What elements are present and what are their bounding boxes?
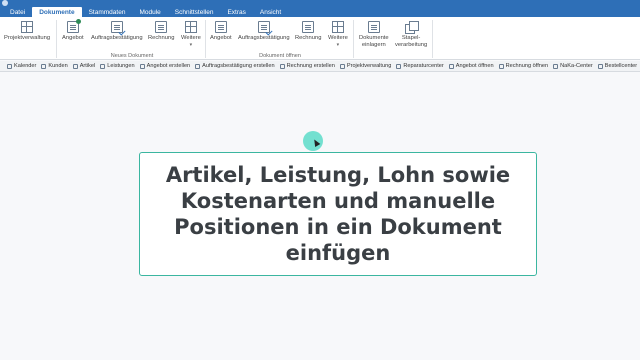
oeffnen-rechnung-button[interactable]: Rechnung — [295, 21, 321, 42]
tab-schnittstellen[interactable]: Schnittstellen — [168, 7, 221, 17]
neu-auftragsbestaetigung-button[interactable]: Auftragsbestätigung — [91, 21, 143, 42]
tab-ansicht[interactable]: Ansicht — [253, 7, 288, 17]
archive-icon — [367, 21, 380, 33]
quick-label: Artikel — [79, 63, 96, 69]
group-separator — [56, 20, 57, 58]
title-bar — [0, 0, 640, 7]
tab-datei[interactable]: Datei — [3, 7, 32, 17]
new-offer-icon — [66, 19, 81, 33]
quick-label: Rechnung erstellen — [286, 63, 335, 69]
callout-text: Artikel, Leistung, Lohn sowie Kostenarte… — [165, 163, 511, 265]
quick-angebot-erstellen[interactable]: Angebot erstellen — [139, 63, 191, 69]
projektverwaltung-button[interactable]: Projektverwaltung — [4, 21, 50, 42]
group-label-neues-dokument: Neues Dokument — [110, 53, 154, 59]
stapelverarbeitung-button[interactable]: Stapel- verarbeitung — [395, 21, 427, 48]
order-confirmation-icon — [195, 63, 201, 69]
invoice-icon — [279, 63, 285, 69]
quick-label: Bestellcenter — [604, 63, 638, 69]
quick-label: Kalender — [14, 63, 37, 69]
quick-kunden[interactable]: Kunden — [41, 63, 68, 69]
quick-projektverwaltung[interactable]: Projektverwaltung — [339, 63, 392, 69]
oeffnen-auftragsbestaetigung-button[interactable]: Auftragsbestätigung — [238, 21, 290, 42]
neu-angebot-label: Angebot — [62, 35, 84, 41]
quick-naka-center[interactable]: NaKa-Center — [553, 63, 593, 69]
tutorial-callout: Artikel, Leistung, Lohn sowie Kostenarte… — [139, 152, 537, 276]
more-documents-icon — [184, 21, 197, 33]
quick-label: NaKa-Center — [560, 63, 593, 69]
article-icon — [72, 63, 78, 69]
quick-rechnung-oeffnen[interactable]: Rechnung öffnen — [498, 63, 549, 69]
open-offer-icon — [448, 63, 454, 69]
app-icon — [2, 0, 8, 6]
quick-label: Projektverwaltung — [346, 63, 392, 69]
quick-leistungen[interactable]: Leistungen — [100, 63, 135, 69]
quick-label: Leistungen — [107, 63, 135, 69]
dokumente-einlagern-button[interactable]: Dokumente einlagern — [359, 21, 389, 48]
services-icon — [100, 63, 106, 69]
oeffnen-weitere-button[interactable]: Weitere ▾ — [328, 21, 348, 48]
naka-icon — [553, 63, 559, 69]
quick-artikel[interactable]: Artikel — [72, 63, 96, 69]
ribbon-tabs: Datei Dokumente Stammdaten Module Schnit… — [0, 7, 640, 17]
new-invoice-icon — [155, 21, 168, 33]
neu-weitere-button[interactable]: Weitere ▾ — [181, 21, 201, 48]
dokumente-einlagern-label-2: einlagern — [361, 41, 386, 48]
quick-access-bar: Kalender Kunden Artikel Leistungen Angeb… — [0, 61, 640, 72]
order-center-icon — [597, 63, 603, 69]
new-order-confirmation-icon — [110, 21, 123, 33]
quick-auftragsbestaetigung-erstellen[interactable]: Auftragsbestätigung erstellen — [195, 63, 275, 69]
quick-angebot-oeffnen[interactable]: Angebot öffnen — [448, 63, 494, 69]
chevron-down-icon: ▾ — [189, 41, 193, 48]
chevron-down-icon: ▾ — [336, 41, 340, 48]
batch-icon — [404, 21, 419, 34]
tab-dokumente[interactable]: Dokumente — [32, 7, 82, 17]
open-invoice-icon — [302, 21, 315, 33]
quick-reparaturcenter[interactable]: Reparaturcenter — [396, 63, 444, 69]
quick-rechnung-erstellen[interactable]: Rechnung erstellen — [279, 63, 335, 69]
more-open-icon — [331, 21, 344, 33]
neu-rechnung-label: Rechnung — [148, 35, 175, 41]
tab-extras[interactable]: Extras — [220, 7, 252, 17]
project-icon — [339, 63, 345, 69]
oeffnen-rechnung-label: Rechnung — [295, 35, 322, 41]
project-icon — [21, 21, 34, 33]
quick-kalender[interactable]: Kalender — [7, 63, 36, 69]
quick-label: Kunden — [48, 63, 68, 69]
neu-auftragsbestaetigung-label: Auftragsbestätigung — [91, 35, 143, 41]
oeffnen-angebot-label: Angebot — [210, 35, 232, 41]
neu-angebot-button[interactable]: Angebot — [62, 19, 84, 42]
tab-stammdaten[interactable]: Stammdaten — [82, 7, 133, 17]
quick-bestellcenter[interactable]: Bestellcenter — [597, 63, 638, 69]
ribbon: Projektverwaltung Angebot Auftragsbestät… — [0, 17, 640, 60]
quick-label: Rechnung öffnen — [505, 63, 549, 69]
customers-icon — [41, 63, 47, 69]
neu-rechnung-button[interactable]: Rechnung — [148, 21, 174, 42]
quick-label: Angebot erstellen — [146, 63, 191, 69]
new-offer-icon — [139, 63, 145, 69]
open-offer-icon — [214, 21, 227, 33]
group-separator — [353, 20, 354, 58]
repair-icon — [396, 63, 402, 69]
stapelverarbeitung-label-2: verarbeitung — [395, 41, 428, 48]
quick-label: Angebot öffnen — [455, 63, 494, 69]
calendar-icon — [7, 63, 12, 69]
open-invoice-icon — [498, 63, 504, 69]
projektverwaltung-label: Projektverwaltung — [4, 35, 51, 41]
oeffnen-auftragsbestaetigung-label: Auftragsbestätigung — [238, 35, 290, 41]
open-order-confirmation-icon — [257, 21, 270, 33]
oeffnen-angebot-button[interactable]: Angebot — [210, 21, 232, 42]
group-label-dokument-oeffnen: Dokument öffnen — [259, 53, 301, 59]
quick-label: Reparaturcenter — [403, 63, 444, 69]
group-separator — [205, 20, 206, 58]
tab-module[interactable]: Module — [132, 7, 167, 17]
quick-label: Auftragsbestätigung erstellen — [202, 63, 275, 69]
group-separator — [432, 20, 433, 58]
